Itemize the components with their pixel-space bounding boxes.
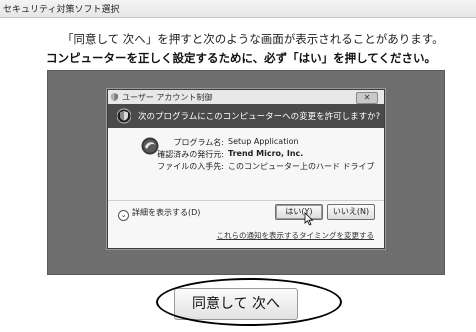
file-origin-value: このコンピューター上のハード ドライブ [228,162,375,171]
divider [108,200,384,201]
program-name-label: プログラム名: [173,138,224,147]
details-toggle[interactable]: ⌄ 詳細を表示する(D) [118,207,200,221]
publisher-label: 確認済みの発行元: [157,150,224,159]
notification-settings-link[interactable]: これらの通知を表示するタイミングを変更する [217,230,375,241]
details-label: 詳細を表示する(D) [132,208,201,217]
uac-preview-panel: ユーザー アカウント制御 ✕ 次のプログラムにこのコンピューターへの変更を許可し… [47,70,445,275]
highlight-oval [156,278,342,326]
no-button[interactable]: いいえ(N) [327,204,375,220]
file-origin-label: ファイルの入手先: [157,162,224,171]
mouse-cursor-icon [304,212,314,226]
window-title: セキュリティ対策ソフト選択 [3,5,120,15]
yes-button[interactable]: はい(Y) [275,204,323,220]
uac-question: 次のプログラムにこのコンピューターへの変更を許可しますか? [138,112,381,122]
uac-question-banner: 次のプログラムにこのコンピューターへの変更を許可しますか? [108,104,384,128]
instruction-line-1: 「同意して 次へ」を押すと次のような画面が表示されることがあります。 [62,32,444,46]
chevron-down-icon: ⌄ [118,210,129,221]
window-titlebar: セキュリティ対策ソフト選択 [0,0,476,18]
program-name-value: Setup Application [228,137,299,146]
uac-titlebar: ユーザー アカウント制御 ✕ [108,90,384,104]
uac-dialog: ユーザー アカウント制御 ✕ 次のプログラムにこのコンピューターへの変更を許可し… [107,89,385,249]
publisher-value: Trend Micro, Inc. [228,149,304,158]
uac-shield-icon [117,108,131,124]
uac-title: ユーザー アカウント制御 [122,93,213,102]
instruction-line-2: コンピューターを正しく設定するために、必ず「はい」を押してください。 [46,51,436,65]
close-icon[interactable]: ✕ [356,92,378,104]
uac-shield-small-icon [111,93,118,101]
